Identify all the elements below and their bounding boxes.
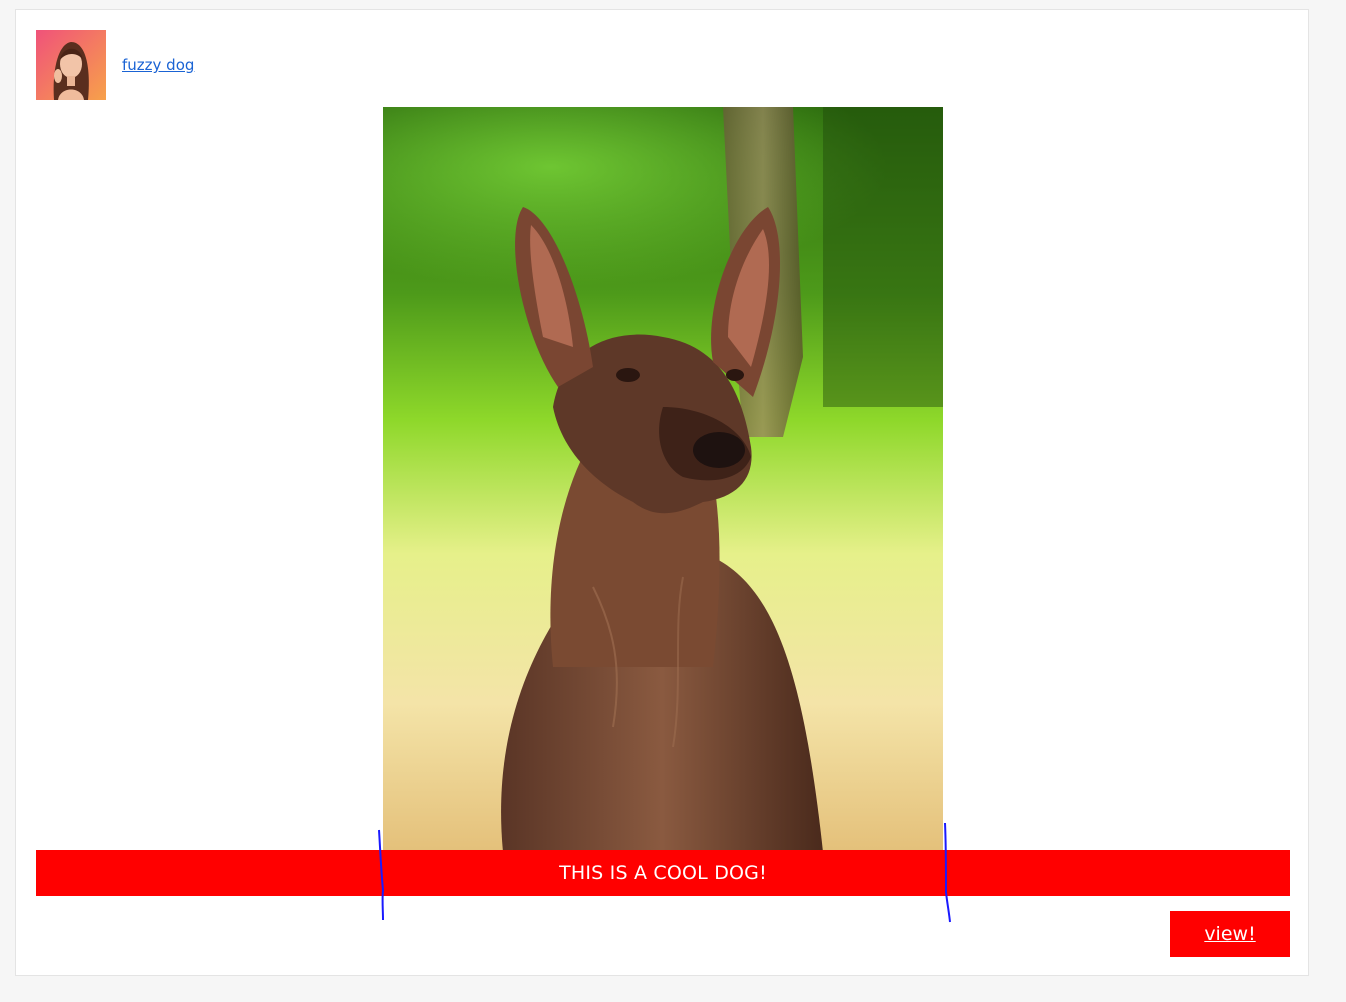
dog-photo-icon [383,107,943,852]
avatar[interactable] [36,30,106,100]
dog-photo [383,107,943,852]
author-link[interactable]: fuzzy dog [122,55,194,75]
caption-banner: THIS IS A COOL DOG! [36,850,1290,896]
view-button[interactable]: view! [1170,911,1290,957]
user-avatar-icon [36,30,106,100]
